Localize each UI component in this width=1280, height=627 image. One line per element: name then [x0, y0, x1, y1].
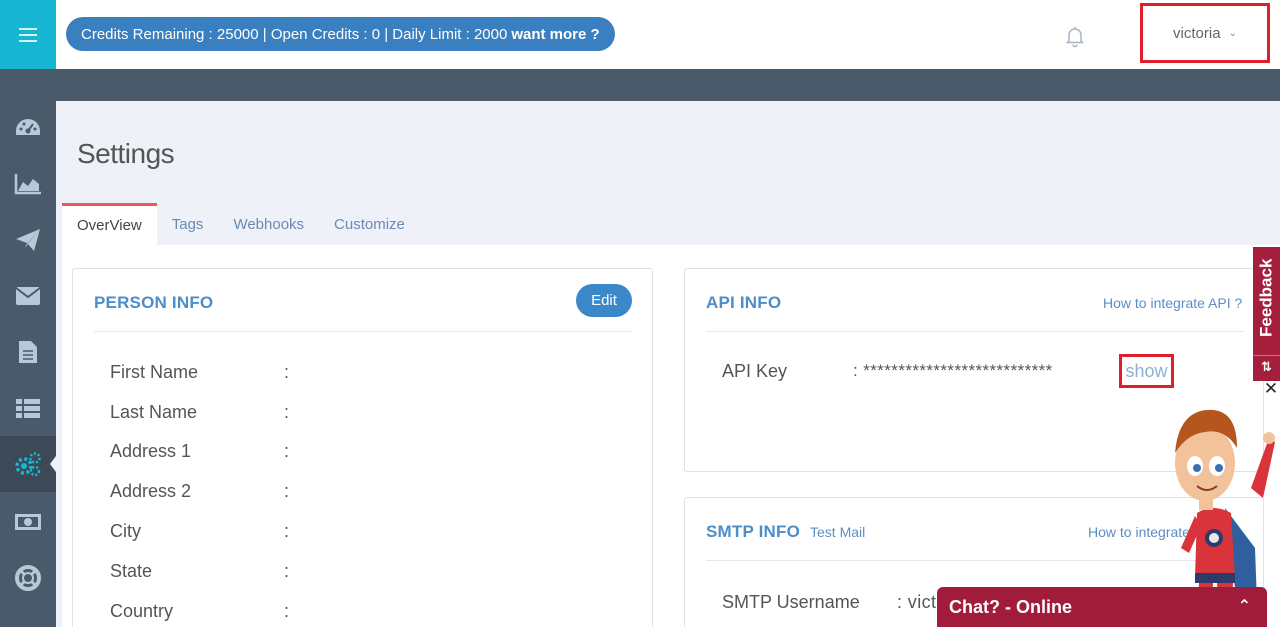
paper-plane-icon [16, 229, 40, 251]
notification-bell-icon[interactable] [1063, 24, 1087, 48]
sidebar [0, 69, 56, 627]
address1-label: Address 1 [110, 441, 192, 461]
subheader-bar [56, 69, 1280, 101]
want-more-link[interactable]: want more ? [511, 26, 599, 43]
sidebar-item-reports[interactable] [0, 156, 56, 212]
tab-overview[interactable]: OverView [62, 203, 157, 245]
chat-status-label: Chat? - Online [949, 596, 1072, 617]
tab-webhooks[interactable]: Webhooks [218, 203, 319, 245]
sidebar-item-templates[interactable] [0, 324, 56, 380]
money-icon [15, 514, 41, 530]
divider [94, 331, 632, 332]
close-icon[interactable]: ✕ [1262, 379, 1280, 398]
divider [706, 560, 1244, 561]
chevron-up-icon[interactable]: ⌃ [1238, 596, 1251, 616]
settings-tabs: OverView Tags Webhooks Customize [62, 203, 420, 245]
credits-text: Credits Remaining : 25000 | Open Credits… [81, 25, 508, 43]
address2-value: : [284, 481, 290, 501]
credits-status-pill: Credits Remaining : 25000 | Open Credits… [66, 17, 615, 51]
smtp-info-title: SMTP INFO [706, 522, 801, 541]
tab-customize[interactable]: Customize [319, 203, 420, 245]
country-label: Country [110, 601, 174, 621]
city-value: : [284, 521, 290, 541]
tab-tags[interactable]: Tags [157, 203, 219, 245]
api-info-title: API INFO [706, 293, 782, 312]
chevron-down-icon: ⌄ [1228, 27, 1237, 39]
area-chart-icon [14, 174, 41, 195]
smtp-username-label: SMTP Username [722, 592, 860, 612]
state-label: State [110, 561, 153, 581]
sidebar-item-settings[interactable] [0, 436, 56, 492]
last-name-label: Last Name [110, 402, 198, 422]
settings-gears-icon [15, 452, 41, 477]
first-name-label: First Name [110, 362, 199, 382]
dashboard-icon [16, 119, 40, 135]
address1-value: : [284, 441, 290, 461]
state-value: : [284, 561, 290, 581]
hamburger-icon [19, 27, 37, 42]
show-api-key-link[interactable]: show [1119, 354, 1174, 388]
sidebar-item-billing[interactable] [0, 494, 56, 550]
last-name-value: : [284, 402, 290, 422]
list-icon [16, 399, 40, 418]
api-integration-link[interactable]: How to integrate API ? [1103, 295, 1242, 311]
test-mail-link[interactable]: Test Mail [810, 524, 865, 540]
user-menu-dropdown[interactable]: victoria ⌄ [1140, 3, 1270, 63]
edit-button[interactable]: Edit [576, 284, 632, 317]
active-pointer [50, 456, 56, 472]
sort-arrows-icon: ⇅ [1253, 355, 1280, 377]
feedback-tab[interactable]: Feedback ⇅ [1253, 247, 1280, 381]
lifebuoy-icon [15, 565, 41, 591]
chat-widget-bar[interactable]: Chat? - Online ⌃ [937, 587, 1267, 627]
menu-toggle-button[interactable] [0, 0, 56, 69]
page-title: Settings [77, 138, 175, 169]
country-value: : [284, 601, 290, 621]
divider [706, 331, 1244, 332]
api-key-label: API Key [722, 361, 788, 381]
person-info-panel: PERSON INFO Edit First Name : Last Name … [72, 268, 653, 627]
sidebar-item-lists[interactable] [0, 380, 56, 436]
city-label: City [110, 521, 141, 541]
person-info-title: PERSON INFO [94, 293, 214, 312]
sidebar-item-campaigns[interactable] [0, 212, 56, 268]
first-name-value: : [284, 362, 290, 382]
sidebar-item-mail[interactable] [0, 268, 56, 324]
feedback-label: Feedback [1256, 258, 1276, 338]
top-bar: Credits Remaining : 25000 | Open Credits… [0, 0, 1280, 69]
document-icon [19, 341, 37, 363]
username-label: victoria [1173, 24, 1221, 42]
address2-label: Address 2 [110, 481, 192, 501]
envelope-icon [15, 287, 41, 305]
api-key-masked-value: : *************************** [853, 361, 1053, 380]
sidebar-item-dashboard[interactable] [0, 100, 56, 156]
sidebar-item-support[interactable] [0, 550, 56, 606]
